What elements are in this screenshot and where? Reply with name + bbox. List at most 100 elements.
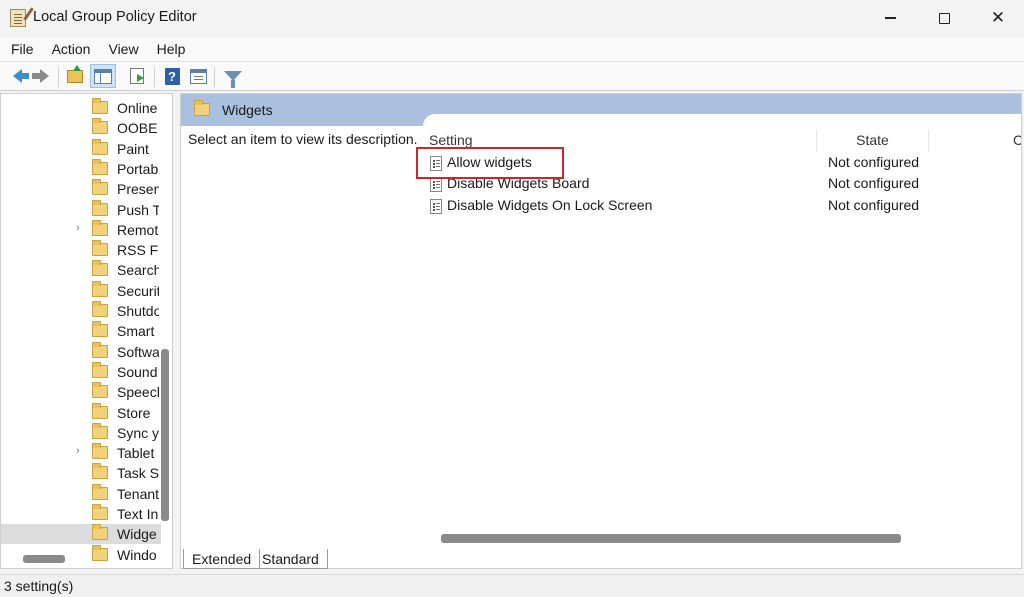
help-icon: ?	[164, 67, 180, 85]
tree-item[interactable]: Sound	[1, 361, 161, 382]
back-button[interactable]	[6, 66, 29, 86]
tree-horizontal-scrollbar[interactable]	[23, 555, 65, 563]
toolbar-separator	[214, 67, 215, 87]
menu-file[interactable]: File	[4, 37, 41, 61]
tree-item[interactable]: Widge	[1, 524, 161, 545]
menu-view[interactable]: View	[101, 37, 145, 61]
tree-item[interactable]: Paint	[1, 138, 161, 159]
folder-icon	[92, 321, 108, 338]
tree-item-label: Remote	[117, 221, 159, 238]
tree-item[interactable]: Online	[1, 98, 161, 118]
view-tabs: Extended Standard	[180, 548, 1022, 570]
toolbar: ?	[0, 61, 1024, 91]
help-button[interactable]: ?	[161, 66, 183, 86]
list-horizontal-scrollbar[interactable]	[441, 534, 901, 543]
maximize-icon	[938, 12, 950, 24]
tree-item[interactable]: Store	[1, 402, 161, 423]
tree-item[interactable]: › Remote	[1, 219, 161, 240]
expand-chevron-icon[interactable]: ›	[76, 445, 80, 457]
tree-item-label: Online	[117, 100, 158, 116]
status-bar: 3 setting(s)	[0, 574, 1024, 597]
tree-item-label: Shutdo	[117, 303, 159, 319]
up-one-level-button[interactable]	[64, 64, 86, 86]
up-folder-icon	[67, 64, 83, 83]
folder-title: Widgets	[222, 102, 273, 118]
back-arrow-icon	[12, 69, 29, 83]
tree-item[interactable]: Task Sc	[1, 463, 161, 483]
folder-icon	[92, 260, 108, 277]
close-button[interactable]: ✕	[972, 0, 1024, 36]
folder-icon	[92, 504, 108, 520]
toolbar-separator	[58, 67, 59, 87]
menu-action[interactable]: Action	[45, 37, 98, 61]
properties-button[interactable]	[187, 66, 209, 86]
tree-item[interactable]: Text Inp	[1, 504, 161, 524]
description-panel: Select an item to view its description.	[181, 126, 423, 568]
title-bar: Local Group Policy Editor ✕	[0, 0, 1024, 36]
console-tree: Online OOBE Paint Portab Presen Push To › Remot…	[0, 93, 173, 569]
folder-icon	[92, 138, 108, 155]
tree-item[interactable]: Search	[1, 260, 161, 280]
setting-row[interactable]: Disable Widgets On Lock Screen Not confi…	[423, 196, 1021, 217]
tree-item-label: Sound	[117, 363, 158, 380]
export-list-button[interactable]	[126, 66, 148, 86]
properties-icon	[189, 68, 207, 84]
maximize-button[interactable]	[918, 0, 970, 36]
tab-standard[interactable]: Standard	[254, 549, 328, 569]
tree-item-label: Softwa	[117, 343, 159, 360]
tree-item-label: Store	[117, 404, 151, 421]
menu-help[interactable]: Help	[150, 37, 193, 61]
setting-name: Disable Widgets On Lock Screen	[447, 197, 653, 213]
policy-editor-app-icon	[10, 9, 26, 27]
show-hide-tree-button[interactable]	[90, 64, 116, 88]
filter-button[interactable]	[222, 66, 244, 88]
close-icon: ✕	[990, 8, 1006, 27]
column-header-comment[interactable]: C	[1013, 130, 1021, 152]
tree-item[interactable]: Sync yo	[1, 422, 161, 443]
folder-icon	[194, 100, 210, 116]
tree-item[interactable]: Shutdo	[1, 301, 161, 321]
tree-item[interactable]: Smart C	[1, 321, 161, 341]
folder-icon	[92, 301, 108, 317]
tree-item[interactable]: Speech	[1, 382, 161, 402]
window-title: Local Group Policy Editor	[33, 9, 197, 25]
tree-item-label: RSS Fe	[117, 242, 159, 259]
tree-item[interactable]: Securit	[1, 280, 161, 301]
tree-item-label: Tablet	[117, 445, 155, 462]
tab-extended[interactable]: Extended	[183, 549, 261, 569]
policy-setting-icon	[430, 177, 442, 192]
minimize-icon	[884, 17, 896, 19]
policy-setting-icon	[430, 199, 442, 214]
setting-state: Not configured	[828, 175, 920, 191]
toolbar-separator	[154, 67, 155, 87]
tree-item[interactable]: Push To	[1, 199, 161, 220]
tree-item-label: Widge	[117, 526, 157, 543]
tree-item[interactable]: Softwa	[1, 341, 161, 362]
expand-chevron-icon[interactable]: ›	[76, 222, 80, 234]
tree-item-label: Tenant	[117, 485, 159, 502]
tree-item-label: Search	[117, 262, 159, 279]
tree-item-label: Paint	[117, 140, 149, 157]
tree-item[interactable]: › Tablet	[1, 443, 161, 463]
tree-item[interactable]: Presen	[1, 179, 161, 199]
column-header-state[interactable]: State	[817, 130, 929, 152]
export-list-icon	[130, 68, 144, 84]
folder-icon	[92, 361, 108, 378]
tree-item[interactable]: Tenant	[1, 483, 161, 504]
minimize-button[interactable]	[864, 0, 916, 36]
folder-icon	[92, 240, 108, 257]
folder-icon	[92, 382, 108, 399]
setting-state: Not configured	[828, 197, 920, 213]
tree-item-label: Securit	[117, 282, 159, 299]
tree-vertical-scrollbar[interactable]	[161, 349, 169, 521]
folder-icon	[92, 402, 108, 419]
tree-item-label: Task Sc	[117, 465, 159, 482]
tree-item[interactable]: Portab	[1, 158, 161, 179]
tree-item-label: Sync yo	[117, 424, 159, 441]
tree-item[interactable]: RSS Fe	[1, 240, 161, 260]
folder-icon	[92, 179, 108, 196]
folder-icon	[92, 158, 108, 175]
forward-button[interactable]	[30, 66, 52, 86]
tree-item[interactable]: OOBE	[1, 118, 161, 138]
folder-icon	[92, 463, 108, 480]
